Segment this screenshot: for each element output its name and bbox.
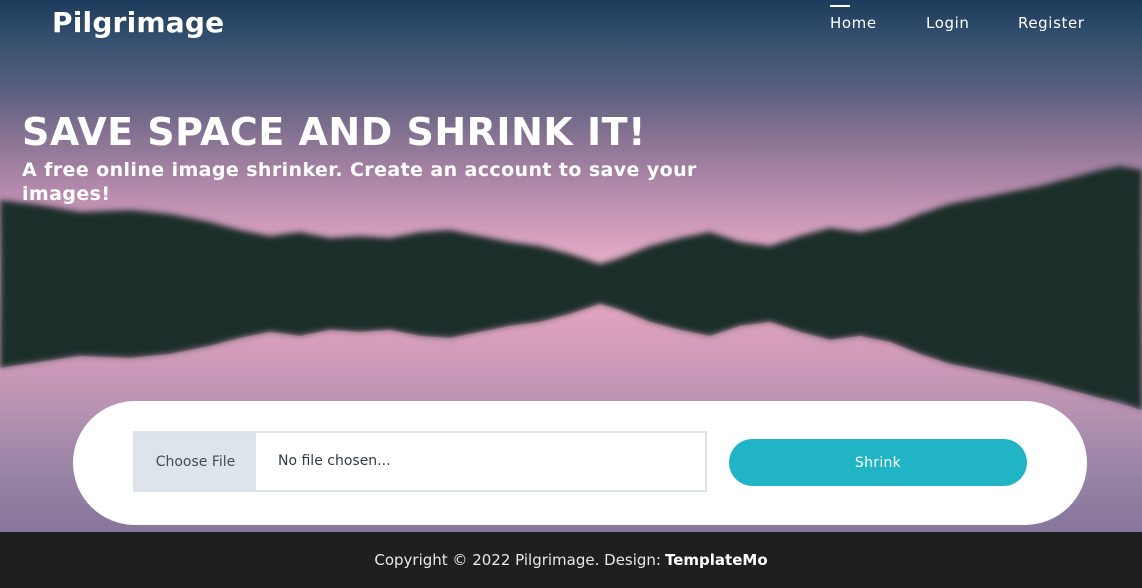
brand-logo[interactable]: Pilgrimage [52,6,224,39]
nav-register-link[interactable]: Register [1018,14,1085,32]
file-input[interactable]: Choose File No file chosen... [133,431,707,492]
footer-credit-link[interactable]: TemplateMo [665,551,768,569]
hero-subtitle: A free online image shrinker. Create an … [22,159,697,205]
nav-login-link[interactable]: Login [926,14,969,32]
file-status-text: No file chosen... [278,453,391,469]
shrink-button[interactable]: Shrink [729,439,1027,486]
nav-active-indicator [830,5,850,7]
footer-copyright: Copyright © 2022 Pilgrimage. Design: [374,551,661,569]
nav-home-link[interactable]: Home [830,14,877,32]
hero-section: Pilgrimage Home Login Register SAVE SPAC… [0,0,1142,532]
footer: Copyright © 2022 Pilgrimage. Design: Tem… [0,532,1142,588]
choose-file-button[interactable]: Choose File [135,433,256,490]
hero-headline: SAVE SPACE AND SHRINK IT! [22,110,646,154]
